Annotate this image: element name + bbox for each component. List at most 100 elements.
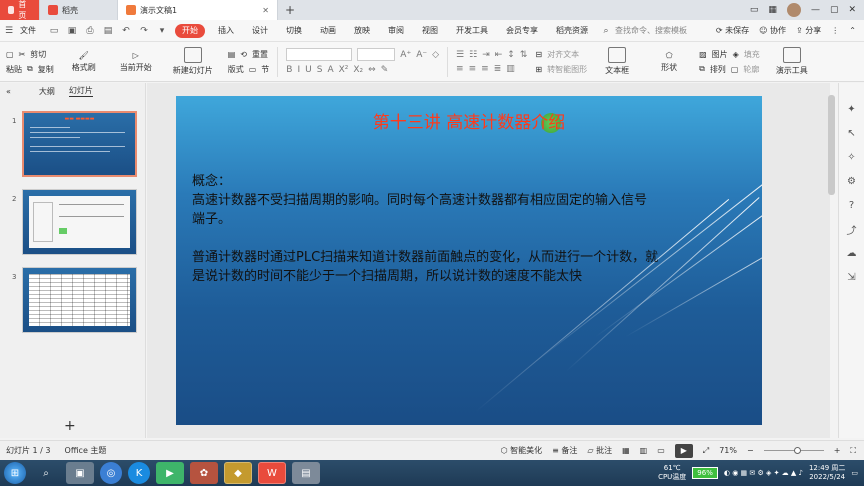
share-button[interactable]: ⇪ 分享 <box>796 25 821 36</box>
normal-view-icon[interactable]: ▦ <box>622 446 630 455</box>
open-icon[interactable]: ▭ <box>48 25 60 37</box>
font-family-select[interactable] <box>286 48 353 61</box>
picture-icon[interactable]: ▨ <box>699 50 707 59</box>
zoom-out-icon[interactable]: − <box>747 446 754 455</box>
presentation-tool-button[interactable]: 演示工具 <box>768 47 816 76</box>
menu-animation[interactable]: 动画 <box>311 20 345 42</box>
font-color-icon[interactable]: A <box>327 65 333 75</box>
slide-title[interactable]: 第十三讲 高速计数器介绍 <box>176 108 762 133</box>
minimize-icon[interactable]: — <box>811 5 820 15</box>
align-text-icon[interactable]: ⊟ <box>535 50 542 59</box>
search-icon[interactable]: ⌕ <box>32 462 60 484</box>
zoom-slider-knob[interactable] <box>793 447 801 454</box>
reading-view-icon[interactable]: ▭ <box>657 446 665 455</box>
convert-smartart-button[interactable]: 转智能图形 <box>547 64 587 75</box>
menu-file[interactable]: 文件 <box>18 20 45 42</box>
taskbar-app-icon[interactable]: ▶ <box>156 462 184 484</box>
window-layout-icon[interactable]: ▭ <box>750 5 759 15</box>
menu-insert[interactable]: 插入 <box>209 20 243 42</box>
tray-icons[interactable]: ◐ ◉ ▦ ✉ ⚙ ◈ ✦ ☁ ▲ ♪ <box>724 469 803 477</box>
layout-icon[interactable]: ▤ <box>228 50 236 59</box>
slide-thumbnail-3[interactable] <box>22 267 137 333</box>
shape-button[interactable]: ⬠ 形状 <box>647 51 691 73</box>
justify-icon[interactable]: ≣ <box>494 64 502 74</box>
numbering-icon[interactable]: ☷ <box>469 50 477 60</box>
align-left-icon[interactable]: ≡ <box>456 64 464 74</box>
font-size-select[interactable] <box>357 48 396 61</box>
picture-button[interactable]: 图片 <box>712 49 728 60</box>
select-icon[interactable]: ↖ <box>846 127 858 139</box>
collapse-panel-icon[interactable]: « <box>6 87 11 96</box>
property-icon[interactable]: ⚙ <box>846 175 858 187</box>
unsaved-button[interactable]: ⟳ 未保存 <box>716 25 749 36</box>
paste-icon[interactable]: ▢ <box>6 50 14 59</box>
taskbar-app-icon[interactable]: ◎ <box>100 462 122 484</box>
arrange-button[interactable]: 排列 <box>710 64 726 75</box>
close-window-icon[interactable]: ✕ <box>848 5 856 15</box>
line-spacing-icon[interactable]: ↕ <box>507 50 515 60</box>
strikethrough-icon[interactable]: S <box>317 65 323 75</box>
smartart-icon[interactable]: ⊞ <box>535 65 542 74</box>
bold-icon[interactable]: B <box>286 65 292 75</box>
highlight-icon[interactable]: ✎ <box>381 65 389 75</box>
new-tab-button[interactable]: + <box>278 0 302 20</box>
slide-thumbnail-1[interactable]: ▬▬ ▬▬▬▬ <box>22 111 137 177</box>
clear-format-icon[interactable]: ◇ <box>432 50 439 60</box>
menu-developer[interactable]: 开发工具 <box>447 20 497 42</box>
slideshow-play-button[interactable]: ▶ <box>674 443 693 458</box>
zoom-level[interactable]: 71% <box>719 446 737 455</box>
italic-icon[interactable]: I <box>297 65 300 75</box>
subscript-icon[interactable]: X₂ <box>353 65 363 75</box>
arrange-icon[interactable]: ⧉ <box>699 64 705 74</box>
align-text-button[interactable]: 对齐文本 <box>547 49 579 60</box>
sorter-view-icon[interactable]: ▥ <box>640 446 648 455</box>
columns-icon[interactable]: ▥ <box>506 64 515 74</box>
menu-design[interactable]: 设计 <box>243 20 277 42</box>
indent-icon[interactable]: ⇥ <box>482 50 490 60</box>
vertical-scrollbar[interactable] <box>828 95 835 195</box>
fill-button[interactable]: 填充 <box>744 49 760 60</box>
slide-editor[interactable]: 第十三讲 高速计数器介绍 概念： 高速计数器不受扫描周期的影响。同时每个高速计数… <box>176 96 762 425</box>
text-direction-icon[interactable]: ⇅ <box>520 50 528 60</box>
taskbar-app-icon[interactable]: ▣ <box>66 462 94 484</box>
section-button[interactable]: 节 <box>261 64 269 75</box>
collapse-ribbon-icon[interactable]: ⌃ <box>849 26 856 35</box>
reset-icon[interactable]: ⟲ <box>240 50 247 59</box>
outline-button[interactable]: 轮廓 <box>743 64 759 75</box>
section-icon[interactable]: ▭ <box>249 65 257 74</box>
paste-button[interactable]: 粘贴 <box>6 64 22 75</box>
cpu-temp-widget[interactable]: 61℃ CPU温度 <box>658 464 686 482</box>
menu-docer-resources[interactable]: 稻壳资源 <box>547 20 597 42</box>
align-right-icon[interactable]: ≡ <box>481 64 489 74</box>
battery-indicator[interactable]: 96% <box>692 467 718 479</box>
taskbar-app-icon[interactable]: ◆ <box>224 462 252 484</box>
zoom-slider[interactable] <box>763 447 824 454</box>
format-painter-button[interactable]: 🖌 格式刷 <box>62 51 106 73</box>
redo-icon[interactable]: ↷ <box>138 25 150 37</box>
copy-icon[interactable]: ⧉ <box>27 64 33 74</box>
textbox-button[interactable]: 文本框 <box>595 47 639 76</box>
menu-review[interactable]: 审阅 <box>379 20 413 42</box>
slide-paragraph-1[interactable]: 概念： 高速计数器不受扫描周期的影响。同时每个高速计数器都有相应固定的输入信号 … <box>192 172 752 229</box>
shrink-font-icon[interactable]: A⁻ <box>416 50 427 60</box>
underline-icon[interactable]: U <box>305 65 312 75</box>
outline-icon[interactable]: ▢ <box>731 65 739 74</box>
taskbar-wps-icon[interactable]: W <box>258 462 286 484</box>
start-button[interactable]: ⊞ <box>4 462 26 484</box>
char-spacing-icon[interactable]: ⇔ <box>368 65 376 75</box>
add-slide-button[interactable]: + <box>64 418 76 434</box>
superscript-icon[interactable]: X² <box>339 65 349 75</box>
more-icon[interactable]: ⋮ <box>831 26 839 35</box>
cut-button[interactable]: 剪切 <box>30 49 46 60</box>
fit-icon[interactable]: ⤢ <box>703 446 709 456</box>
preview-icon[interactable]: ▤ <box>102 25 114 37</box>
notification-icon[interactable]: ▭ <box>851 469 858 477</box>
tab-presentation[interactable]: 演示文稿1 ✕ <box>118 0 278 20</box>
help-icon[interactable]: ? <box>846 199 858 211</box>
zoom-in-icon[interactable]: + <box>834 446 841 455</box>
dropdown-icon[interactable]: ▾ <box>156 25 168 37</box>
grow-font-icon[interactable]: A⁺ <box>400 50 411 60</box>
tab-home[interactable]: 首页 <box>0 0 40 20</box>
grid-view-icon[interactable]: ▦ <box>768 5 777 15</box>
share-icon[interactable]: ⤴ <box>846 223 858 237</box>
